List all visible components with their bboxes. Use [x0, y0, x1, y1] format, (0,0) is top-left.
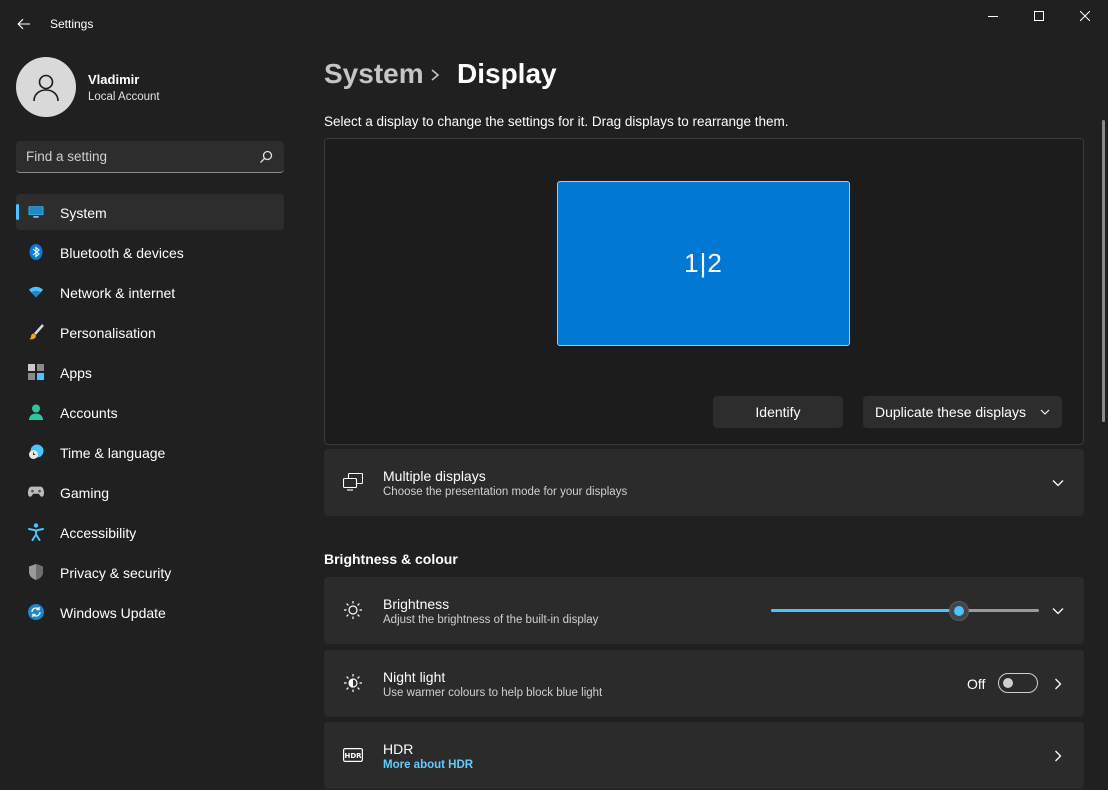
update-icon [28, 604, 44, 620]
sidebar-item-label: Windows Update [60, 605, 166, 621]
sidebar-item-apps[interactable]: Apps [16, 354, 284, 390]
sidebar-item-label: Accounts [60, 405, 118, 421]
search-icon[interactable] [258, 149, 274, 165]
sidebar-item-windows-update[interactable]: Windows Update [16, 594, 284, 630]
display-number: 1|2 [684, 248, 723, 278]
multiple-displays-icon [342, 471, 364, 493]
brightness-card[interactable]: Brightness Adjust the brightness of the … [324, 577, 1084, 644]
sidebar-item-label: Apps [60, 365, 92, 381]
user-account-type: Local Account [88, 91, 160, 103]
sidebar-item-privacy-security[interactable]: Privacy & security [16, 554, 284, 590]
sidebar-item-label: System [60, 205, 107, 221]
slider-thumb[interactable] [949, 601, 969, 621]
identify-button[interactable]: Identify [713, 396, 843, 428]
card-subtitle: Adjust the brightness of the built-in di… [383, 614, 599, 626]
maximize-button[interactable] [1016, 0, 1062, 32]
clock-globe-icon [28, 444, 44, 460]
page-title: Display [457, 58, 557, 89]
wifi-icon [28, 284, 44, 300]
sidebar-item-label: Gaming [60, 485, 110, 501]
svg-text:HDR: HDR [344, 752, 362, 760]
apps-icon [28, 364, 44, 380]
card-subtitle: Use warmer colours to help block blue li… [383, 687, 603, 699]
sidebar-item-time-language[interactable]: Time & language [16, 434, 284, 470]
card-title: Multiple displays [383, 468, 486, 484]
sidebar-item-system[interactable]: System [16, 194, 284, 230]
display-mode-dropdown[interactable]: Duplicate these displays [863, 396, 1062, 428]
breadcrumb-parent[interactable]: System [324, 58, 424, 90]
sidebar-item-label: Accessibility [60, 525, 137, 541]
sidebar-item-label: Privacy & security [60, 565, 172, 581]
night-light-toggle[interactable] [998, 673, 1038, 693]
section-title: Brightness & colour [324, 551, 458, 567]
card-title: Brightness [383, 596, 450, 612]
multiple-displays-card[interactable]: Multiple displays Choose the presentatio… [324, 449, 1084, 516]
sun-icon [342, 599, 364, 621]
sidebar-item-label: Network & internet [60, 285, 176, 301]
shield-icon [28, 564, 44, 580]
close-button[interactable] [1062, 0, 1108, 32]
maximize-icon [1034, 11, 1044, 21]
chevron-down-icon [1040, 409, 1050, 415]
chevron-down-icon[interactable] [1051, 476, 1065, 490]
user-name: Vladimir [88, 72, 140, 87]
card-title: HDR [383, 741, 414, 757]
title-bar: Settings [0, 0, 1108, 48]
chevron-down-icon[interactable] [1051, 604, 1065, 618]
card-subtitle: Choose the presentation mode for your di… [383, 486, 628, 498]
minimize-button[interactable] [970, 0, 1016, 32]
night-light-icon [342, 672, 364, 694]
minimize-icon [988, 16, 998, 17]
sidebar-item-label: Bluetooth & devices [60, 245, 184, 261]
card-title: Night light [383, 669, 446, 685]
back-button[interactable] [10, 10, 38, 38]
sidebar-item-bluetooth[interactable]: Bluetooth & devices [16, 234, 284, 270]
sidebar-nav: System Bluetooth & devices Network & int… [16, 194, 284, 634]
bluetooth-icon [28, 244, 44, 260]
monitor-icon [28, 204, 44, 220]
sidebar-item-gaming[interactable]: Gaming [16, 474, 284, 510]
hdr-icon: HDR [342, 744, 364, 766]
chevron-right-icon[interactable] [1051, 677, 1065, 691]
app-title: Settings [50, 17, 94, 31]
sidebar-item-label: Time & language [60, 445, 166, 461]
sidebar-item-label: Personalisation [60, 325, 156, 341]
toggle-knob [1003, 678, 1013, 688]
slider-fill [771, 609, 959, 612]
sidebar-item-network[interactable]: Network & internet [16, 274, 284, 310]
more-about-hdr-link[interactable]: More about HDR [383, 759, 473, 771]
display-mode-value: Duplicate these displays [875, 404, 1026, 420]
brightness-slider[interactable] [771, 601, 1039, 621]
person-icon [33, 74, 59, 102]
scrollbar[interactable] [1102, 120, 1105, 422]
display-tile[interactable]: 1|2 [557, 181, 850, 346]
person-icon [28, 404, 44, 420]
toggle-state-label: Off [967, 676, 986, 692]
chevron-right-icon [431, 69, 440, 81]
sidebar-item-accounts[interactable]: Accounts [16, 394, 284, 430]
chevron-right-icon[interactable] [1051, 749, 1065, 763]
search-box[interactable] [16, 141, 284, 173]
sidebar-item-accessibility[interactable]: Accessibility [16, 514, 284, 550]
accessibility-icon [28, 523, 44, 541]
display-arrangement-panel: 1|2 Identify Duplicate these displays [324, 138, 1084, 445]
sidebar-item-personalisation[interactable]: Personalisation [16, 314, 284, 350]
search-input[interactable] [26, 141, 246, 172]
display-hint: Select a display to change the settings … [324, 114, 789, 129]
gamepad-icon [28, 484, 44, 500]
night-light-card[interactable]: Night light Use warmer colours to help b… [324, 650, 1084, 717]
close-icon [1080, 11, 1090, 21]
back-arrow-icon [17, 18, 30, 30]
hdr-card[interactable]: HDR HDR More about HDR [324, 722, 1084, 789]
avatar[interactable] [16, 57, 76, 117]
paintbrush-icon [28, 324, 44, 340]
